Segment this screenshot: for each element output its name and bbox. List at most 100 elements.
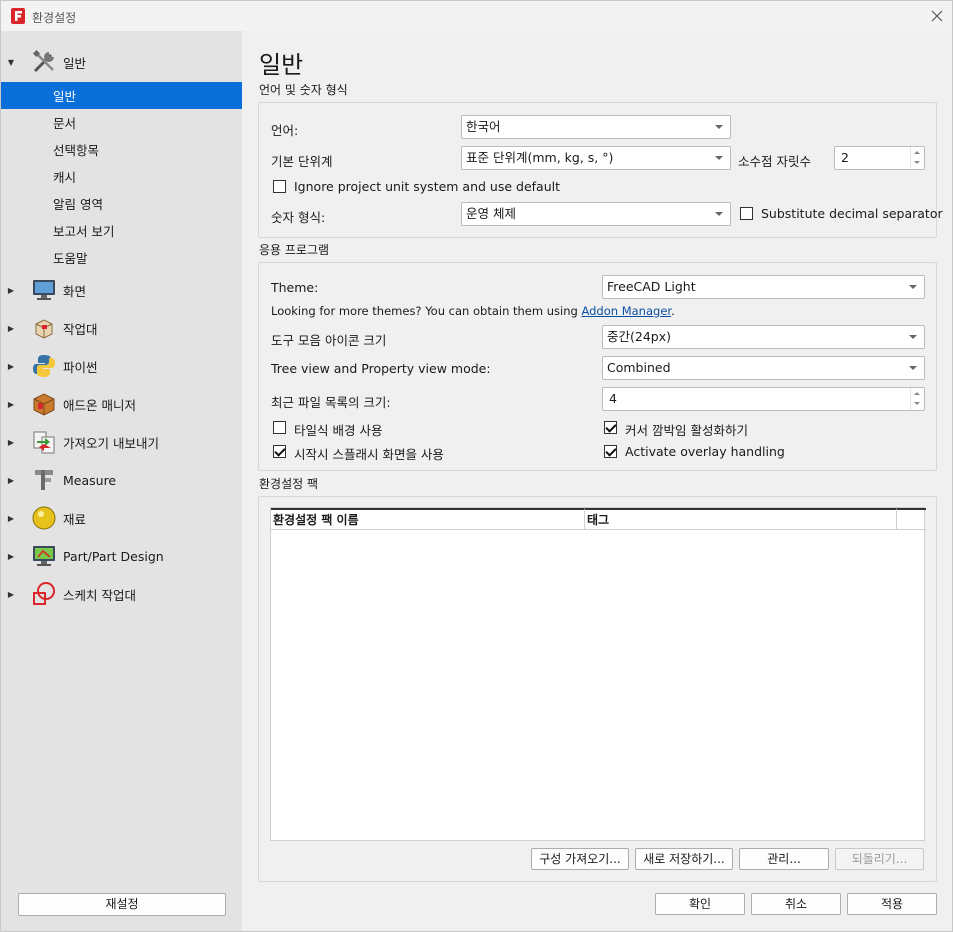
sidebar-item-label: 문서 <box>53 116 77 131</box>
preferences-main-panel: 일반 언어 및 숫자 형식 언어: 한국어 기본 단위계 표준 단위계(mm, … <box>243 31 953 931</box>
splash-screen-checkbox[interactable] <box>273 445 286 458</box>
sidebar-item-label: 선택항목 <box>53 143 100 158</box>
import-export-icon <box>33 431 55 454</box>
tiled-background-checkbox[interactable] <box>273 421 286 434</box>
sidebar-item-cache[interactable]: 캐시 <box>1 163 242 190</box>
table-header-pack-name[interactable]: 환경설정 팩 이름 <box>271 508 585 530</box>
collapsed-arrow-icon[interactable]: ▶ <box>6 324 16 333</box>
ok-button[interactable]: 확인 <box>655 893 745 915</box>
unit-system-value: 표준 단위계(mm, kg, s, °) <box>466 150 614 165</box>
sidebar-category-label: 일반 <box>63 55 87 71</box>
recent-files-spinbox[interactable]: 4 <box>602 387 925 411</box>
language-select[interactable]: 한국어 <box>461 115 731 139</box>
chevron-down-icon <box>909 366 917 370</box>
sidebar-item-notification-area[interactable]: 알림 영역 <box>1 190 242 217</box>
reset-button[interactable]: 재설정 <box>18 893 226 916</box>
manage-button[interactable]: 관리... <box>739 848 829 870</box>
decimals-label: 소수점 자릿수 <box>738 154 811 169</box>
preferences-sidebar: ▼ 일반 일반 문서 선택항목 캐시 알림 영역 보고서 보기 도움말 ▶ 화면… <box>1 31 242 931</box>
sidebar-item-general[interactable]: 일반 <box>1 82 242 109</box>
sidebar-item-document[interactable]: 문서 <box>1 109 242 136</box>
more-themes-period: . <box>671 304 675 318</box>
substitute-decimal-checkbox[interactable] <box>740 207 753 220</box>
python-icon <box>33 355 55 377</box>
collapsed-arrow-icon[interactable]: ▶ <box>6 438 16 447</box>
more-themes-label: Looking for more themes? You can obtain … <box>271 304 578 318</box>
workbench-icon <box>35 319 53 339</box>
toolbar-icon-size-select[interactable]: 중간(24px) <box>602 325 925 349</box>
theme-select[interactable]: FreeCAD Light <box>602 275 925 299</box>
table-header-tags[interactable]: 태그 <box>585 508 897 530</box>
ignore-unit-label: Ignore project unit system and use defau… <box>294 179 561 194</box>
ignore-unit-checkbox[interactable] <box>273 180 286 193</box>
sidebar-item-selection[interactable]: 선택항목 <box>1 136 242 163</box>
more-themes-text: Looking for more themes? You can obtain … <box>271 304 675 318</box>
sidebar-item-label: 일반 <box>53 89 77 104</box>
language-group-box: 언어: 한국어 기본 단위계 표준 단위계(mm, kg, s, °) 소수점 … <box>258 102 943 238</box>
display-icon <box>33 280 55 300</box>
collapsed-arrow-icon[interactable]: ▶ <box>6 286 16 295</box>
sidebar-category-label: 가져오기 내보내기 <box>63 435 159 451</box>
cursor-blink-checkbox[interactable] <box>604 421 617 434</box>
sidebar-category-label: Measure <box>63 472 117 488</box>
collapsed-arrow-icon[interactable]: ▶ <box>6 590 16 599</box>
recent-files-label: 최근 파일 목록의 크기: <box>271 395 391 410</box>
decimals-value: 2 <box>841 150 849 165</box>
spin-down-icon[interactable] <box>911 158 923 168</box>
sidebar-category-workbench[interactable]: ▶ 작업대 <box>1 310 242 346</box>
sidebar-category-sketcher[interactable]: ▶ 스케치 작업대 <box>1 576 242 612</box>
decimals-spinbox[interactable]: 2 <box>834 146 925 170</box>
sidebar-category-measure[interactable]: ▶ Measure <box>1 462 242 498</box>
unit-system-label: 기본 단위계 <box>271 154 333 169</box>
sidebar-category-material[interactable]: ▶ 재료 <box>1 500 242 536</box>
sidebar-category-part-design[interactable]: ▶ Part/Part Design <box>1 538 242 574</box>
number-format-value: 운영 체제 <box>466 206 516 221</box>
sidebar-item-help[interactable]: 도움말 <box>1 244 242 271</box>
addon-manager-link[interactable]: Addon Manager <box>581 304 671 318</box>
overlay-handling-checkbox[interactable] <box>604 445 617 458</box>
spin-up-icon[interactable] <box>911 148 923 158</box>
chevron-down-icon <box>715 125 723 129</box>
sidebar-category-import-export[interactable]: ▶ 가져오기 내보내기 <box>1 424 242 460</box>
part-design-icon <box>33 546 55 566</box>
collapsed-arrow-icon[interactable]: ▶ <box>6 514 16 523</box>
tree-view-mode-select[interactable]: Combined <box>602 356 925 380</box>
revert-button[interactable]: 되돌리기... <box>835 848 924 870</box>
unit-system-select[interactable]: 표준 단위계(mm, kg, s, °) <box>461 146 731 170</box>
sidebar-category-label: 애드온 매니저 <box>63 397 136 413</box>
preferences-dialog: 환경설정 ▼ 일반 일반 문서 선택항목 캐시 알림 영역 보고서 보기 도움말… <box>0 0 953 932</box>
chevron-down-icon <box>909 285 917 289</box>
collapsed-arrow-icon[interactable]: ▶ <box>6 476 16 485</box>
collapsed-arrow-icon[interactable]: ▶ <box>6 552 16 561</box>
addon-manager-icon <box>33 393 55 416</box>
close-button[interactable] <box>925 5 949 27</box>
save-new-button[interactable]: 새로 저장하기... <box>635 848 733 870</box>
substitute-decimal-label: Substitute decimal separator <box>761 206 943 221</box>
expanded-arrow-icon[interactable]: ▼ <box>6 58 16 67</box>
tools-icon <box>32 49 54 73</box>
cancel-button[interactable]: 취소 <box>751 893 841 915</box>
sidebar-category-label: 파이썬 <box>63 359 98 375</box>
collapsed-arrow-icon[interactable]: ▶ <box>6 400 16 409</box>
language-label: 언어: <box>271 123 299 138</box>
sidebar-item-report-view[interactable]: 보고서 보기 <box>1 217 242 244</box>
number-format-select[interactable]: 운영 체제 <box>461 202 731 226</box>
chevron-down-icon <box>715 156 723 160</box>
preference-packs-table[interactable]: 환경설정 팩 이름 태그 <box>270 507 926 841</box>
tree-view-mode-value: Combined <box>607 360 671 375</box>
recent-files-value: 4 <box>609 391 617 406</box>
apply-button[interactable]: 적용 <box>847 893 937 915</box>
sidebar-category-display[interactable]: ▶ 화면 <box>1 272 242 308</box>
collapsed-arrow-icon[interactable]: ▶ <box>6 362 16 371</box>
number-format-label: 숫자 형식: <box>271 210 326 225</box>
import-config-button[interactable]: 구성 가져오기... <box>531 848 629 870</box>
sidebar-category-python[interactable]: ▶ 파이썬 <box>1 348 242 384</box>
sidebar-category-addon-manager[interactable]: ▶ 애드온 매니저 <box>1 386 242 422</box>
preference-packs-group-title: 환경설정 팩 <box>259 477 319 491</box>
spin-up-icon[interactable] <box>911 389 923 399</box>
spin-down-icon[interactable] <box>911 399 923 409</box>
sidebar-category-label: 화면 <box>63 283 87 299</box>
sidebar-item-label: 캐시 <box>53 170 77 185</box>
sidebar-category-general[interactable]: ▼ 일반 <box>1 44 242 80</box>
table-header-filler <box>897 508 926 530</box>
